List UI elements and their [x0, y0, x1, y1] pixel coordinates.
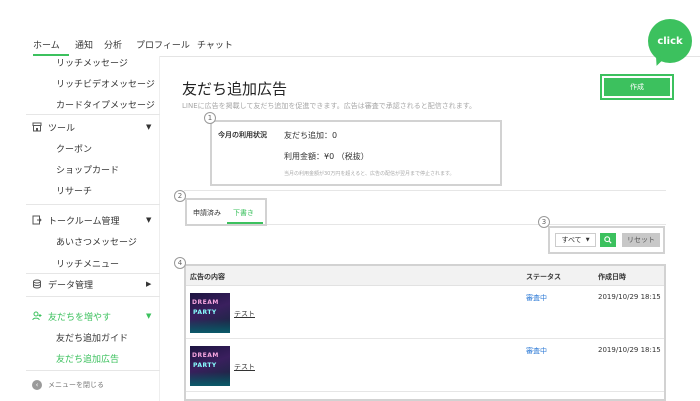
tab-draft[interactable]: 下書き — [233, 208, 254, 218]
tab-profile[interactable]: プロフィール — [136, 38, 190, 51]
sidebar-item-rich-menu[interactable]: リッチメニュー — [56, 257, 119, 270]
tabs-divider — [267, 224, 666, 225]
main-content: 友だち追加広告 LINEに広告を掲載して友だち追加を促進できます。広告は審査で承… — [160, 19, 700, 401]
filter-toolbar: すべて ▼ リセット — [548, 226, 665, 254]
usage-label: 今月の利用状況 — [218, 131, 267, 139]
ad-thumbnail[interactable]: DREAM PARTY — [190, 293, 230, 333]
column-header-created: 作成日時 — [598, 273, 626, 281]
chevron-down-icon[interactable]: ▼ — [146, 216, 151, 224]
chevron-down-icon[interactable]: ▼ — [146, 123, 151, 131]
database-icon — [33, 279, 41, 289]
click-callout-bubble: click — [648, 19, 692, 67]
table-row: DREAM PARTY テスト 審査中 2019/10/29 18:15 — [186, 287, 664, 339]
ad-status-tabs: 申請済み 下書き — [185, 198, 267, 226]
step-marker-4: 4 — [174, 257, 186, 269]
create-button-highlight: 作成 — [600, 74, 674, 100]
sidebar-group-talk-room[interactable]: トークルーム管理 — [48, 214, 119, 227]
sidebar: リッチメッセージ リッチビデオメッセージ カードタイプメッセージ ツール ▼ ク… — [18, 56, 160, 401]
store-icon — [32, 122, 42, 132]
page-title: 友だち追加広告 — [182, 80, 288, 98]
add-friend-icon — [32, 311, 42, 321]
column-header-content: 広告の内容 — [190, 273, 225, 281]
status-badge: 審査中 — [526, 294, 547, 302]
status-filter-select[interactable]: すべて ▼ — [555, 233, 596, 247]
sidebar-item-shop-card[interactable]: ショップカード — [56, 163, 119, 176]
section-divider — [184, 190, 666, 191]
sidebar-divider — [26, 114, 160, 115]
sidebar-divider — [26, 370, 160, 371]
sidebar-group-data[interactable]: データ管理 — [48, 278, 93, 291]
step-marker-1: 1 — [204, 112, 216, 124]
sidebar-item-friend-guide[interactable]: 友だち追加ガイド — [56, 331, 128, 344]
monthly-usage-panel: 今月の利用状況 友だち追加：0 利用金額：¥0 （税抜） 当月の利用金額が30万… — [210, 120, 502, 186]
close-menu-link[interactable]: メニューを閉じる — [48, 380, 104, 390]
sidebar-item-rich-video-message[interactable]: リッチビデオメッセージ — [56, 77, 155, 90]
chevron-down-icon: ▼ — [585, 237, 590, 243]
table-header: 広告の内容 ステータス 作成日時 — [186, 266, 664, 286]
create-button[interactable]: 作成 — [604, 78, 670, 96]
status-badge: 審査中 — [526, 347, 547, 355]
step-marker-2: 2 — [174, 190, 186, 202]
click-callout-label: click — [657, 35, 683, 47]
sidebar-item-coupon[interactable]: クーポン — [56, 142, 92, 155]
column-header-status: ステータス — [526, 273, 561, 281]
tab-home[interactable]: ホーム — [33, 38, 60, 51]
ad-thumbnail[interactable]: DREAM PARTY — [190, 346, 230, 386]
tab-notifications[interactable]: 通知 — [75, 38, 93, 51]
sidebar-item-card-type-message[interactable]: カードタイプメッセージ — [56, 98, 155, 111]
thumbnail-text: PARTY — [193, 362, 217, 369]
created-date: 2019/10/29 18:15 — [598, 346, 661, 354]
usage-amount: 利用金額：¥0 （税抜） — [284, 152, 369, 161]
close-menu-icon[interactable]: ‹ — [32, 380, 42, 390]
chat-room-icon — [32, 215, 42, 225]
sidebar-item-greeting-message[interactable]: あいさつメッセージ — [56, 235, 137, 248]
tab-chat[interactable]: チャット — [197, 38, 233, 51]
status-filter-value: すべて — [561, 236, 582, 244]
sidebar-divider — [26, 296, 160, 297]
thumbnail-glow — [190, 319, 230, 333]
sidebar-group-tools[interactable]: ツール — [48, 121, 75, 134]
chevron-down-icon[interactable]: ▼ — [146, 312, 151, 320]
sidebar-divider — [26, 273, 160, 274]
sidebar-item-research[interactable]: リサーチ — [56, 184, 92, 197]
sidebar-divider — [26, 204, 160, 205]
search-icon — [604, 236, 612, 244]
reset-button[interactable]: リセット — [622, 233, 660, 247]
created-date: 2019/10/29 18:15 — [598, 293, 661, 301]
ads-table: 広告の内容 ステータス 作成日時 DREAM PARTY テスト 審査中 201… — [184, 264, 666, 401]
top-nav: ホーム 通知 分析 プロフィール チャット — [0, 34, 700, 57]
sidebar-group-grow-friends[interactable]: 友だちを増やす — [48, 310, 111, 323]
ad-name-link[interactable]: テスト — [234, 362, 255, 372]
chevron-right-icon[interactable]: ▶ — [146, 280, 151, 288]
callout-tail — [650, 53, 664, 67]
thumbnail-glow — [190, 372, 230, 386]
thumbnail-text: DREAM — [192, 299, 219, 306]
tab-analytics[interactable]: 分析 — [104, 38, 122, 51]
page-description: LINEに広告を掲載して友だち追加を促進できます。広告は審査で承認されると配信さ… — [182, 102, 477, 110]
sidebar-item-rich-message[interactable]: リッチメッセージ — [56, 56, 128, 69]
table-row: DREAM PARTY テスト 審査中 2019/10/29 18:15 — [186, 340, 664, 392]
thumbnail-text: DREAM — [192, 352, 219, 359]
ad-name-link[interactable]: テスト — [234, 309, 255, 319]
thumbnail-text: PARTY — [193, 309, 217, 316]
usage-note: 当月の利用金額が30万円を超えると、広告の配信が翌月まで停止されます。 — [284, 171, 455, 177]
tab-submitted[interactable]: 申請済み — [193, 208, 221, 218]
friends-added-count: 友だち追加：0 — [284, 131, 338, 140]
active-tab-indicator — [227, 222, 263, 224]
search-button[interactable] — [600, 233, 616, 247]
step-marker-3: 3 — [538, 216, 550, 228]
sidebar-item-friend-ads[interactable]: 友だち追加広告 — [56, 352, 119, 365]
